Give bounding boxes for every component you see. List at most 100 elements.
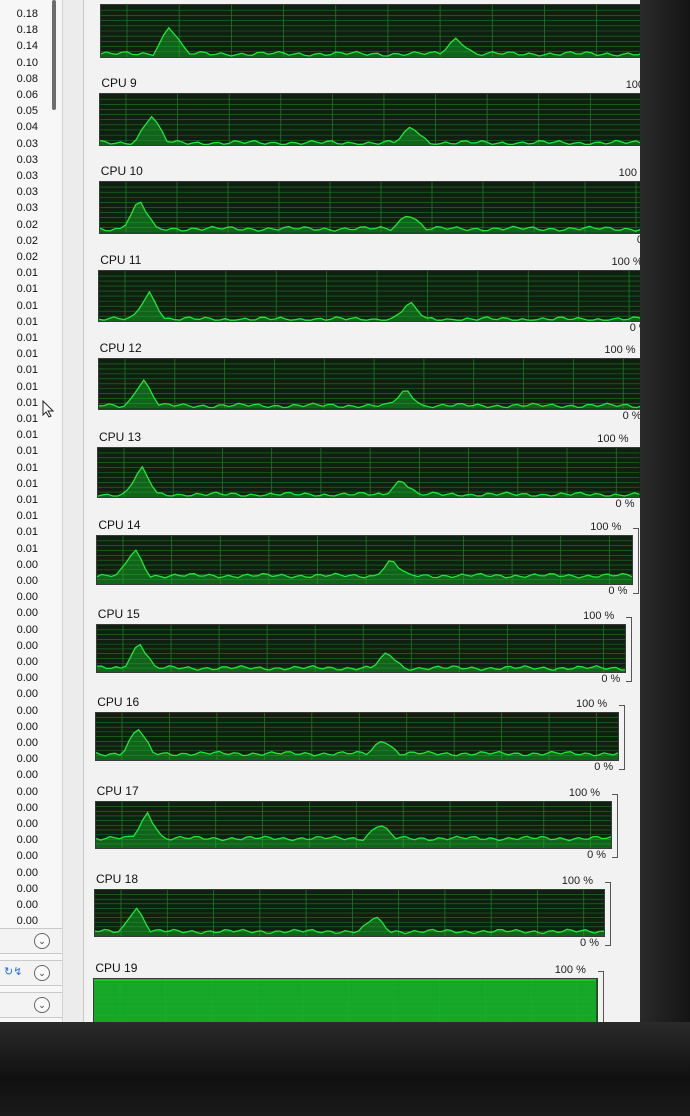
value-item: 0.00 [16, 720, 38, 733]
cpu-label: CPU 18 [96, 872, 139, 886]
value-item: 0.00 [16, 688, 38, 701]
scale-bracket [605, 882, 611, 946]
scale-bracket [633, 528, 640, 595]
cpu-usage-graph [95, 712, 620, 762]
percent-max-label: 100 % [611, 255, 640, 268]
value-item: 0.14 [16, 40, 38, 53]
cpu-usage-graph [94, 800, 613, 850]
value-item: 0.00 [16, 915, 38, 928]
value-item: 0.01 [16, 526, 38, 539]
monitor-bezel-bottom [0, 1022, 690, 1116]
cpu-label: CPU 12 [99, 341, 142, 355]
value-item: 0.01 [16, 477, 38, 490]
scroll-thumb[interactable] [52, 0, 56, 110]
value-item: 0.06 [16, 89, 38, 101]
cpu-label: CPU 13 [99, 429, 142, 444]
value-item: 0.01 [16, 348, 38, 361]
graph-plot [96, 624, 626, 673]
value-item: 0.00 [16, 834, 38, 847]
percent-min-label: 0 % [636, 233, 640, 246]
cpu-label: CPU 11 [100, 252, 142, 267]
value-item: 0.00 [16, 785, 38, 798]
scrollbar[interactable] [50, 0, 58, 120]
cpu-label: CPU 17 [96, 783, 139, 798]
graph-plot [99, 270, 640, 321]
cpu-usage-graph [93, 977, 598, 1022]
value-item: 0.00 [16, 639, 38, 652]
value-item: 0.00 [16, 737, 38, 749]
percent-min-label: 0 % [630, 58, 640, 70]
value-item: 0.01 [16, 364, 38, 377]
panel-splitter[interactable] [62, 0, 84, 1022]
value-item: 0.00 [16, 656, 38, 668]
value-item: 0.03 [16, 170, 38, 182]
value-item: 0.01 [16, 299, 38, 312]
cpu-usage-graph [99, 92, 640, 146]
dropdown-row-1[interactable]: ⌄ [0, 928, 62, 954]
value-item: 0.01 [16, 494, 38, 506]
value-item: 0.01 [16, 510, 38, 523]
value-item: 0.00 [16, 672, 38, 685]
cpu-usage-graph [100, 4, 640, 58]
graph-plot [94, 978, 597, 1022]
value-item: 0.01 [16, 413, 38, 425]
chevron-down-icon[interactable]: ⌄ [34, 965, 50, 981]
cpu-label: CPU 15 [97, 606, 140, 621]
value-item: 0.00 [16, 558, 38, 571]
percent-max-label: 100 % [625, 78, 640, 91]
value-item: 0.03 [16, 153, 38, 166]
value-item: 0.00 [16, 866, 38, 879]
value-item: 0.01 [16, 267, 38, 280]
value-item: 0.01 [16, 542, 38, 555]
percent-max-label: 100 % [590, 521, 622, 533]
cpu-usage-graph [97, 446, 640, 498]
graph-plot [97, 536, 633, 585]
cpu-label: CPU 14 [98, 518, 141, 532]
value-item: 0.03 [16, 137, 38, 150]
cpu-label: CPU 19 [95, 960, 138, 975]
value-item: 0.02 [16, 251, 38, 263]
value-item: 0.00 [16, 623, 38, 636]
value-item: 0.01 [16, 380, 38, 393]
refresh-icon[interactable]: ↻↯ [4, 965, 26, 979]
percent-min-label: 0 % [623, 146, 640, 158]
value-item: 0.01 [16, 332, 38, 344]
cpu-label: CPU 10 [100, 164, 143, 178]
graph-plot [95, 890, 604, 936]
monitor-bezel-right [640, 0, 690, 1116]
percent-max-label: 100 % [618, 167, 640, 179]
toolbar-row[interactable]: ↻↯ ⌄ [0, 960, 62, 986]
cpu-usage-graph [98, 181, 640, 234]
scale-bracket [619, 705, 626, 771]
scale-bracket [597, 970, 604, 1022]
percent-min-label: 0 % [580, 937, 599, 949]
graph-plot [98, 447, 640, 497]
value-item: 0.01 [16, 315, 38, 328]
left-values-panel: 0.18 0.18 0.14 0.10 0.08 0.06 0.05 0.04 0.03 0.03… [0, 0, 63, 1022]
cpu-usage-graph [94, 889, 605, 937]
percent-min-label: 0 % [601, 673, 621, 686]
percent-max-label: 100 % [624, 0, 640, 2]
value-item: 0.18 [16, 8, 38, 20]
percent-max-label: 100 % [583, 609, 615, 622]
usage-area [94, 979, 597, 1022]
cpu-graphs-panel: 100 % 0 % CPU 9 100 % 0 % CPU 10 100 % 0 % CPU 1… [84, 0, 640, 1022]
value-item: 0.18 [16, 24, 38, 37]
value-item: 0.00 [16, 769, 38, 782]
percent-min-label: 0 % [622, 409, 640, 422]
mouse-pointer-icon [42, 399, 55, 423]
value-item: 0.01 [16, 283, 38, 296]
percent-max-label: 100 % [575, 698, 608, 710]
percent-max-label: 100 % [554, 963, 586, 976]
value-item: 0.10 [16, 56, 38, 69]
dropdown-row-2[interactable]: ⌄ [0, 992, 62, 1018]
value-item: 0.01 [16, 396, 38, 409]
value-item: 0.00 [16, 607, 38, 620]
value-item: 0.02 [16, 234, 38, 247]
value-item: 0.00 [16, 850, 38, 863]
chevron-down-icon[interactable]: ⌄ [34, 933, 50, 949]
value-item: 0.00 [16, 818, 38, 830]
value-item: 0.05 [16, 105, 38, 118]
value-item: 0.00 [16, 882, 38, 895]
chevron-down-icon[interactable]: ⌄ [34, 997, 50, 1013]
